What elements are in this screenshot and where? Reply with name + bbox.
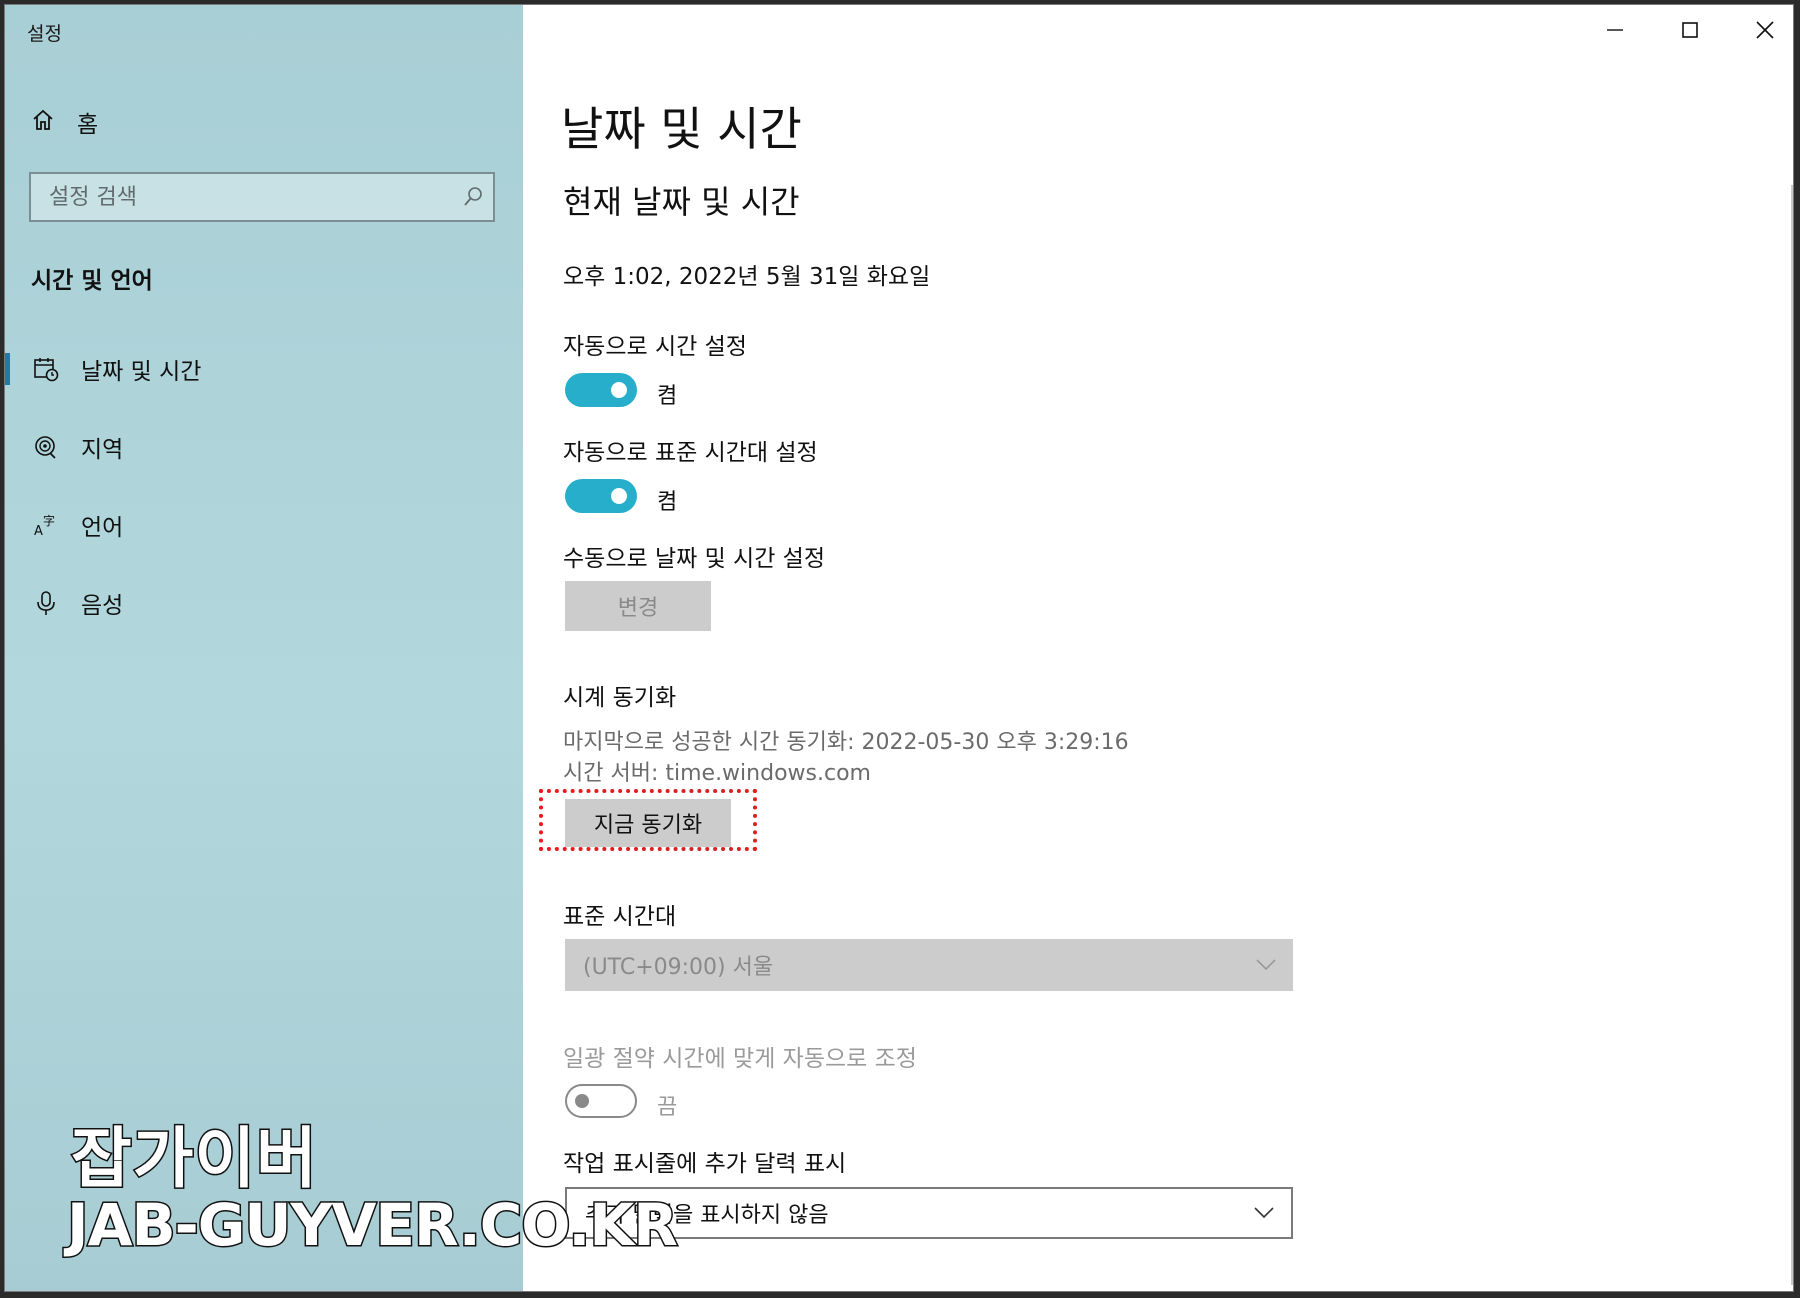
sidebar-item-label: 언어 (81, 515, 124, 541)
home-label: 홈 (77, 112, 99, 138)
language-icon: A字 (31, 512, 61, 538)
clock-sync-title: 시계 동기화 (563, 685, 677, 711)
dst-state: 끔 (657, 1095, 678, 1120)
sidebar-item-date-time[interactable]: 날짜 및 시간 (5, 339, 523, 399)
timezone-label: 표준 시간대 (563, 904, 677, 930)
auto-time-state: 켬 (657, 384, 678, 409)
last-sync-text: 마지막으로 성공한 시간 동기화: 2022-05-30 오후 3:29:16 (563, 730, 1129, 755)
taskbar-calendar-label: 작업 표시줄에 추가 달력 표시 (563, 1151, 847, 1177)
watermark-url: JAB-GUYVER.CO.KR (66, 1190, 680, 1261)
main-content: 날짜 및 시간 현재 날짜 및 시간 오후 1:02, 2022년 5월 31일… (523, 5, 1793, 1291)
home-nav[interactable]: 홈 (31, 105, 98, 139)
manual-datetime-label: 수동으로 날짜 및 시간 설정 (563, 546, 826, 572)
sidebar-item-label: 음성 (81, 593, 124, 619)
chevron-down-icon (1237, 1207, 1291, 1219)
section-heading: 현재 날짜 및 시간 (563, 183, 800, 221)
search-icon[interactable] (453, 186, 493, 208)
calendar-clock-icon (31, 356, 61, 382)
settings-window: 설정 홈 시간 및 언어 날짜 및 시간 지역 (4, 4, 1794, 1292)
sidebar-item-label: 지역 (81, 437, 124, 463)
watermark-title: 잡가이버 (70, 1119, 319, 1199)
dst-toggle[interactable] (565, 1084, 637, 1118)
auto-timezone-toggle[interactable] (565, 479, 637, 513)
auto-time-toggle[interactable] (565, 373, 637, 407)
scrollbar[interactable] (1791, 185, 1793, 1285)
sidebar-item-label: 날짜 및 시간 (81, 359, 202, 385)
svg-text:字: 字 (43, 513, 55, 528)
sidebar-item-language[interactable]: A字 언어 (5, 495, 523, 555)
time-server-text: 시간 서버: time.windows.com (563, 761, 871, 786)
svg-text:A: A (34, 524, 43, 538)
timezone-dropdown[interactable]: (UTC+09:00) 서울 (565, 939, 1293, 991)
auto-timezone-label: 자동으로 표준 시간대 설정 (563, 440, 818, 466)
globe-icon (31, 434, 61, 460)
search-input[interactable] (31, 183, 453, 211)
sidebar-item-region[interactable]: 지역 (5, 417, 523, 477)
current-datetime: 오후 1:02, 2022년 5월 31일 화요일 (563, 264, 931, 290)
section-title: 시간 및 언어 (31, 268, 153, 294)
dst-label: 일광 절약 시간에 맞게 자동으로 조정 (563, 1046, 917, 1072)
window-title: 설정 (27, 23, 62, 45)
sidebar: 설정 홈 시간 및 언어 날짜 및 시간 지역 (5, 5, 523, 1291)
settings-search[interactable] (29, 172, 495, 222)
sync-now-button[interactable]: 지금 동기화 (565, 799, 731, 847)
home-icon (31, 108, 55, 136)
auto-time-label: 자동으로 시간 설정 (563, 334, 747, 360)
timezone-value: (UTC+09:00) 서울 (583, 955, 774, 980)
sidebar-item-speech[interactable]: 음성 (5, 573, 523, 633)
page-title: 날짜 및 시간 (561, 102, 802, 156)
auto-timezone-state: 켬 (657, 490, 678, 515)
microphone-icon (31, 590, 61, 616)
change-button[interactable]: 변경 (565, 581, 711, 631)
chevron-down-icon (1239, 959, 1293, 971)
